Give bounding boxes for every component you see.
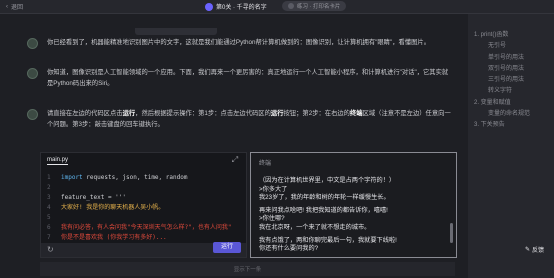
outline-list: 1. print()函数 无引号 单引号的用法 双引号的用法 三引号的用法 转义字符 2. … <box>474 30 530 132</box>
msg-bold: 终端 <box>349 110 363 117</box>
terminal-title: 终端 <box>259 161 272 167</box>
code-line[interactable]: 5 <box>47 213 231 223</box>
line-number: 5 <box>47 214 51 221</box>
code-area[interactable]: 1 import requests, json, time, random 2 3 fe… <box>47 173 231 243</box>
outline-subitem[interactable]: 单引号的用法 <box>474 53 530 64</box>
msg-text: ，然后根据提示操作：第1步：点击左边代码区的 <box>135 110 271 117</box>
outline-sidebar: 1. print()函数 无引号 单引号的用法 双引号的用法 三引号的用法 转义字符 2. … <box>468 14 554 278</box>
terminal-panel[interactable]: 终端 （因为在计算机世界里，中文是占两个字符的！） >你多大了 我23岁了，我的年龄… <box>250 152 457 258</box>
expand-icon[interactable]: ⤢ <box>230 155 240 165</box>
top-bar: ‹ 退回 第0关 · 千寻的名字 练习 · 打印名卡片 <box>0 0 554 14</box>
tutor-message: 你已经看到了，机器能精准地识别图片中的文字，这就是我们能通过Python帮计算机… <box>47 39 430 46</box>
outline-item[interactable]: 2. 变量和赋值 <box>474 98 530 109</box>
code-token: requests, json, time, random <box>82 174 188 181</box>
terminal-scrollbar[interactable] <box>450 223 453 243</box>
code-token: import <box>61 174 83 181</box>
reset-icon[interactable]: ↻ <box>47 245 54 254</box>
code-token: 大家好! 我是你的聊天机器人吴小帆。 <box>61 204 165 211</box>
tutor-avatar <box>27 38 38 49</box>
back-label: 退回 <box>11 5 24 11</box>
outline-item[interactable]: 3. 下关预告 <box>474 120 530 131</box>
msg-bold: 运行 <box>270 110 284 117</box>
line-number: 1 <box>47 174 51 181</box>
code-line[interactable]: 7 你是不是喜欢我 (你我学习有多好)... <box>47 233 231 243</box>
lesson-title: 第0关 · 千寻的名字 <box>205 2 267 11</box>
code-line[interactable]: 6 我有问必答，有人会问我"今天深圳天气怎么样?"，也有人问我" <box>47 223 231 233</box>
run-button[interactable]: 运行 <box>213 242 241 253</box>
code-line[interactable]: 3 feature_text = ''' <box>47 193 231 203</box>
lesson-badge-icon <box>205 2 213 11</box>
line-number: 4 <box>47 204 51 211</box>
feedback-button[interactable]: ✎ 反馈 <box>525 245 544 254</box>
code-token: 我有问必答，有人会问我"今天深圳天气怎么样?"，也有人问我" <box>61 224 232 231</box>
outline-subitem[interactable]: 转义字符 <box>474 86 530 97</box>
outline-subitem[interactable]: 变量的命名规范 <box>474 109 530 120</box>
code-token: feature_text = ''' <box>61 194 127 201</box>
next-bar[interactable]: 显示下一条 <box>40 262 455 276</box>
msg-text: 请直接在左边的代码区点击 <box>47 110 123 117</box>
terminal-line: >你多大了 <box>259 185 288 193</box>
practice-badge-icon <box>288 3 294 9</box>
tutor-avatar <box>27 68 38 79</box>
code-token: 你是不是喜欢我 (你我学习有多好)... <box>61 234 167 241</box>
code-line[interactable]: 4 大家好! 我是你的聊天机器人吴小帆。 <box>47 203 231 213</box>
file-tab[interactable]: main.py <box>47 157 69 165</box>
outline-subitem[interactable]: 三引号的用法 <box>474 75 530 86</box>
terminal-line: （因为在计算机世界里，中文是占两个字符的！） <box>259 177 396 184</box>
terminal-line: 我在北京呀，一个来了就不想走的城市。 <box>259 223 371 231</box>
line-number: 7 <box>47 234 51 241</box>
lesson-title-text: 第0关 · 千寻的名字 <box>216 5 267 11</box>
outline-subitem[interactable]: 无引号 <box>474 41 530 52</box>
tutor-avatar <box>27 109 38 120</box>
outline-item[interactable]: 1. print()函数 <box>474 30 530 41</box>
next-button[interactable]: 显示下一条 <box>40 265 455 273</box>
practice-tab[interactable]: 练习 · 打印名卡片 <box>282 1 347 11</box>
practice-label: 练习 · 打印名卡片 <box>297 4 341 10</box>
terminal-line: 我有点饿了，两和你聊完最后一句，我就要下线啦! <box>259 236 397 244</box>
feedback-icon: ✎ <box>525 247 531 253</box>
back-button[interactable]: ‹ 退回 <box>6 2 24 12</box>
msg-bold: 运行 <box>122 110 136 117</box>
terminal-line: 我23岁了，我的年龄和树的年轮一样缓慢生长。 <box>259 194 390 202</box>
terminal-line: >你住哪? <box>259 215 285 223</box>
outline-subitem[interactable]: 双引号的用法 <box>474 64 530 75</box>
line-number: 2 <box>47 184 51 191</box>
chevron-left-icon: ‹ <box>6 3 8 10</box>
msg-text: 按钮；第2步：在右边的 <box>283 110 350 117</box>
line-number: 6 <box>47 224 51 231</box>
tutor-message: 请直接在左边的代码区点击运行，然后根据提示操作：第1步：点击左边代码区的运行按钮… <box>47 109 452 130</box>
feedback-label: 反馈 <box>532 248 545 254</box>
code-highlight-chip <box>135 28 217 35</box>
terminal-output[interactable]: （因为在计算机世界里，中文是占两个字符的！） >你多大了 我23岁了，我的年龄和树的… <box>259 177 397 254</box>
code-line[interactable]: 2 <box>47 183 231 193</box>
line-number: 3 <box>47 194 51 201</box>
code-line[interactable]: 1 import requests, json, time, random <box>47 173 231 183</box>
terminal-line: 你还有什么要问我的? <box>259 245 319 253</box>
tutor-message: 你知道，图像识别是人工智能领域的一个应用。下面，我们再来一个更厉害的：真正地运行… <box>47 69 449 87</box>
